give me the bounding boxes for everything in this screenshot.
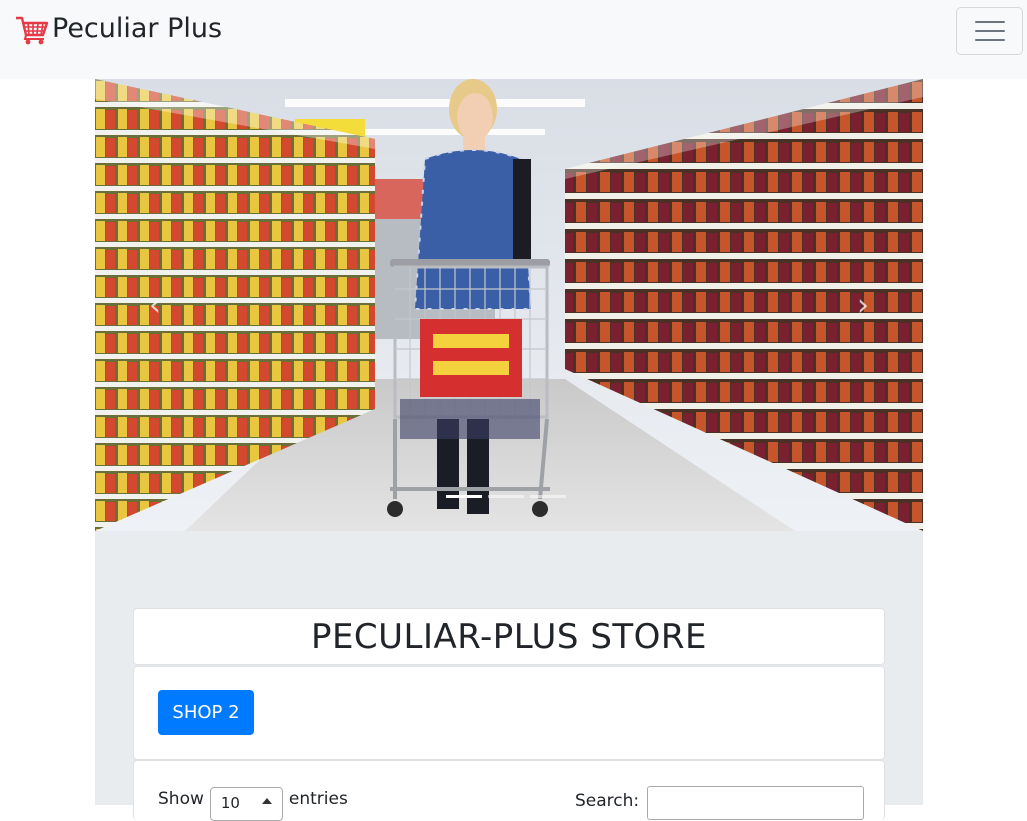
shopping-cart-icon (14, 11, 50, 47)
table-search-control: Search: (575, 786, 865, 820)
navbar-brand[interactable]: Peculiar Plus (14, 10, 222, 48)
chevron-right-icon: › (857, 287, 869, 323)
entries-length-control: Show 10 entries (158, 787, 348, 821)
hamburger-menu-icon (974, 30, 1005, 32)
entries-select-value: 10 (220, 794, 240, 812)
navbar-toggler-button[interactable] (956, 7, 1023, 55)
caret-up-icon (261, 798, 272, 804)
entries-label: entries (288, 789, 348, 809)
datatable-card: Show 10 entries Search: (133, 760, 885, 821)
carousel: ‹ › (95, 79, 923, 531)
store-title-card: PECULIAR-PLUS STORE (133, 608, 885, 665)
search-label: Search: (575, 791, 640, 811)
page-title: PECULIAR-PLUS STORE (310, 616, 708, 657)
carousel-prev-button[interactable]: ‹ (95, 79, 215, 531)
hamburger-menu-icon (974, 21, 1005, 23)
entries-select[interactable]: 10 (209, 787, 283, 821)
hamburger-menu-icon (974, 39, 1005, 41)
brand-name: Peculiar Plus (52, 13, 223, 44)
carousel-indicators (446, 495, 566, 498)
show-label: Show (158, 789, 204, 809)
carousel-next-button[interactable]: › (803, 79, 923, 531)
supermarket-shopper-photo (95, 79, 923, 531)
chevron-left-icon: ‹ (149, 287, 161, 323)
shop-card: SHOP 2 (133, 666, 885, 760)
shop-2-button[interactable]: SHOP 2 (158, 690, 254, 735)
search-input[interactable] (647, 786, 865, 820)
carousel-indicator-2[interactable] (488, 495, 524, 498)
carousel-indicator-3[interactable] (530, 495, 566, 498)
carousel-indicator-1[interactable] (446, 495, 482, 498)
navbar: Peculiar Plus (0, 0, 1027, 79)
